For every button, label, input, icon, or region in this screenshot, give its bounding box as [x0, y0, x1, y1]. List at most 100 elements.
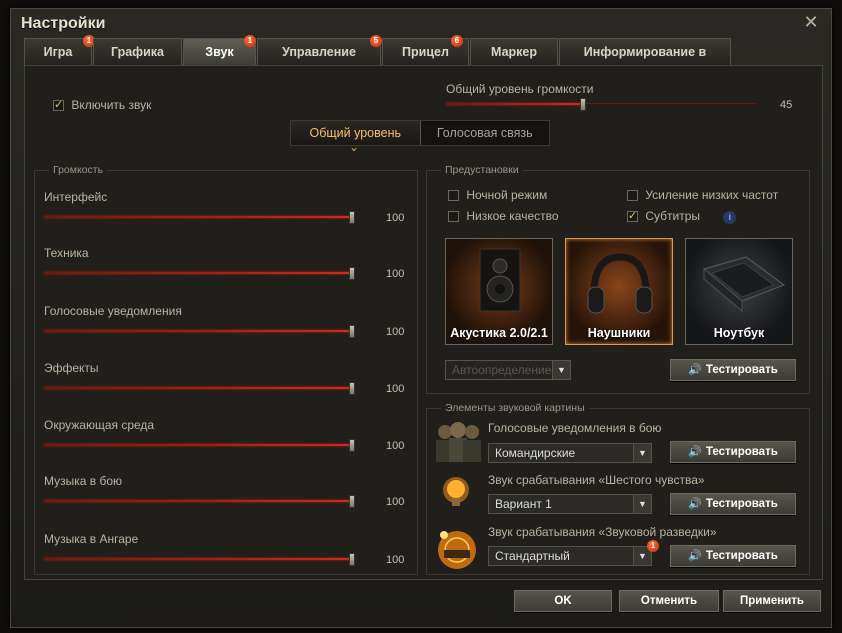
subtitles-label: Субтитры — [645, 209, 701, 223]
volume-value-voice: 100 — [386, 326, 405, 338]
sixth-sense-select[interactable]: Вариант 1 ▼ — [488, 494, 652, 514]
autodetect-select: Автоопределение ▼ — [445, 360, 571, 380]
voice-notifications-value: Командирские — [495, 446, 576, 460]
device-card-headphones-label: Наушники — [587, 326, 651, 340]
tab-marker-label: Маркер — [491, 45, 537, 59]
tab-controls[interactable]: Управление 5 — [257, 35, 382, 65]
volume-label-vehicles: Техника — [44, 246, 89, 260]
volume-handle-ambient[interactable] — [349, 439, 355, 452]
volume-slider-vehicles[interactable] — [44, 267, 355, 280]
test-voice-button[interactable]: 🔊 Тестировать — [670, 441, 796, 463]
subtitles-row[interactable]: Субтитры i — [627, 209, 737, 224]
chevron-down-icon: ▼ — [633, 495, 651, 513]
device-card-headphones[interactable]: Наушники — [565, 238, 673, 345]
presets-group-title: Предустановки — [441, 164, 523, 176]
subtab-general[interactable]: Общий уровень — [291, 121, 421, 159]
chevron-down-icon: ▼ — [633, 444, 651, 462]
info-icon[interactable]: i — [723, 211, 737, 224]
master-volume-handle[interactable] — [580, 98, 586, 111]
volume-value-battle-music: 100 — [386, 496, 405, 508]
test-preset-label: Тестировать — [705, 364, 778, 376]
volume-value-vehicles: 100 — [386, 268, 405, 280]
tab-sight-label: Прицел — [402, 45, 449, 59]
night-mode-row[interactable]: Ночной режим — [448, 188, 547, 202]
volume-label-battle-music: Музыка в бою — [44, 474, 123, 488]
tab-sound-badge: 1 — [244, 35, 256, 47]
volume-slider-hangar-music[interactable] — [44, 553, 355, 566]
volume-handle-interface[interactable] — [349, 211, 355, 224]
window-title: Настройки — [21, 15, 106, 32]
volume-slider-battle-music[interactable] — [44, 495, 355, 508]
volume-label-effects: Эффекты — [44, 361, 99, 375]
volume-group-title: Громкость — [49, 164, 108, 176]
sixth-sense-label: Звук срабатывания «Шестого чувства» — [488, 473, 705, 487]
sound-recon-select[interactable]: Стандартный ▼ — [488, 546, 652, 566]
volume-handle-battle-music[interactable] — [349, 495, 355, 508]
test-sixth-sense-label: Тестировать — [705, 498, 778, 510]
volume-value-interface: 100 — [386, 212, 405, 224]
tab-game[interactable]: Игра 1 — [24, 35, 95, 65]
tab-controls-badge: 5 — [370, 35, 382, 47]
device-card-laptop[interactable]: Ноутбук — [685, 238, 793, 345]
sound-recon-value: Стандартный — [495, 549, 570, 563]
tab-controls-label: Управление — [282, 45, 356, 59]
master-volume-label: Общий уровень громкости — [446, 82, 594, 96]
apply-button[interactable]: Применить — [723, 590, 821, 612]
speaker-small-icon: 🔊 — [688, 550, 702, 562]
night-mode-checkbox[interactable] — [448, 190, 459, 202]
tab-graphics[interactable]: Графика — [93, 38, 182, 65]
cancel-button[interactable]: Отменить — [619, 590, 719, 612]
device-card-speakers[interactable]: Акустика 2.0/2.1 — [445, 238, 553, 345]
device-card-laptop-label: Ноутбук — [713, 326, 765, 340]
test-preset-button[interactable]: 🔊 Тестировать — [670, 359, 796, 381]
master-volume-value: 45 — [780, 99, 793, 111]
lightbulb-icon — [443, 477, 469, 506]
speaker-small-icon: 🔊 — [688, 498, 702, 510]
volume-handle-vehicles[interactable] — [349, 267, 355, 280]
enable-sound-checkbox[interactable] — [53, 98, 64, 112]
volume-label-hangar-music: Музыка в Ангаре — [44, 532, 139, 546]
tab-sight-badge: 6 — [451, 35, 463, 47]
subtab-voice-chat[interactable]: Голосовая связь — [421, 121, 550, 145]
ok-button[interactable]: OK — [514, 590, 612, 612]
night-mode-label: Ночной режим — [466, 188, 548, 202]
volume-label-interface: Интерфейс — [44, 190, 108, 204]
test-sound-recon-button[interactable]: 🔊 Тестировать — [670, 545, 796, 567]
volume-value-effects: 100 — [386, 383, 405, 395]
radar-icon — [438, 531, 476, 569]
volume-slider-voice[interactable] — [44, 325, 355, 338]
tab-marker[interactable]: Маркер — [470, 38, 558, 65]
voice-notifications-label: Голосовые уведомления в бою — [488, 421, 662, 435]
volume-handle-hangar-music[interactable] — [349, 553, 355, 566]
enable-sound-row[interactable]: Включить звук — [53, 98, 151, 112]
crew-icon — [436, 422, 481, 462]
volume-handle-voice[interactable] — [349, 325, 355, 338]
chevron-down-icon: ▼ — [552, 361, 570, 379]
autodetect-select-value: Автоопределение — [452, 363, 552, 377]
volume-value-hangar-music: 100 — [386, 554, 405, 566]
volume-label-ambient: Окружающая среда — [44, 418, 155, 432]
voice-notifications-select[interactable]: Командирские ▼ — [488, 443, 652, 463]
tab-bar: Игра 1 Графика Звук 1 Управление 5 Прице… — [24, 35, 732, 86]
speaker-small-icon: 🔊 — [688, 446, 702, 458]
bass-boost-checkbox[interactable] — [627, 190, 638, 202]
low-quality-checkbox[interactable] — [448, 211, 459, 223]
device-card-speakers-label: Акустика 2.0/2.1 — [450, 326, 548, 340]
volume-slider-interface[interactable] — [44, 211, 355, 224]
test-sound-recon-label: Тестировать — [705, 550, 778, 562]
volume-handle-effects[interactable] — [349, 382, 355, 395]
tab-sight[interactable]: Прицел 6 — [382, 35, 469, 65]
master-volume-slider[interactable] — [446, 98, 757, 111]
low-quality-row[interactable]: Низкое качество — [448, 209, 559, 223]
volume-slider-effects[interactable] — [44, 382, 355, 395]
tab-sound[interactable]: Звук 1 — [183, 35, 256, 65]
tab-battle-info[interactable]: Информирование в бою — [559, 38, 731, 86]
volume-slider-ambient[interactable] — [44, 439, 355, 452]
bass-boost-row[interactable]: Усиление низких частот — [627, 188, 778, 202]
close-icon[interactable]: ✕ — [802, 13, 820, 32]
subtitles-checkbox[interactable] — [627, 209, 638, 223]
sixth-sense-value: Вариант 1 — [495, 497, 552, 511]
low-quality-label: Низкое качество — [466, 209, 559, 223]
test-sixth-sense-button[interactable]: 🔊 Тестировать — [670, 493, 796, 515]
volume-value-ambient: 100 — [386, 440, 405, 452]
